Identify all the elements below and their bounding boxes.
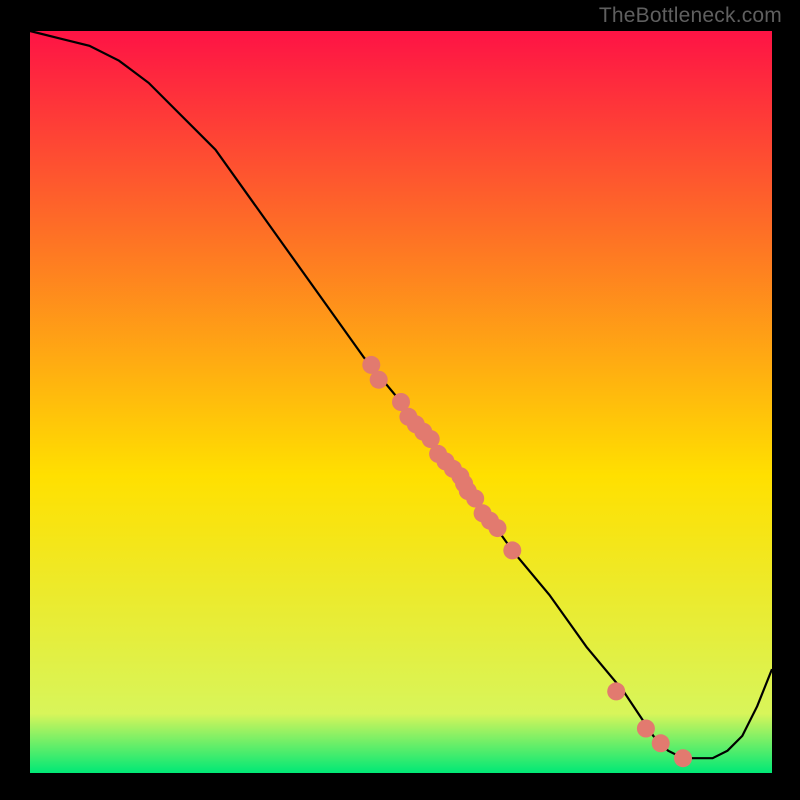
chart-svg [0,0,800,800]
attribution-text: TheBottleneck.com [599,4,782,28]
chart-container: TheBottleneck.com [0,0,800,800]
sample-point [503,541,521,559]
sample-point [607,682,625,700]
sample-point [637,720,655,738]
sample-point [674,749,692,767]
sample-point [370,371,388,389]
sample-point [652,734,670,752]
sample-point [489,519,507,537]
